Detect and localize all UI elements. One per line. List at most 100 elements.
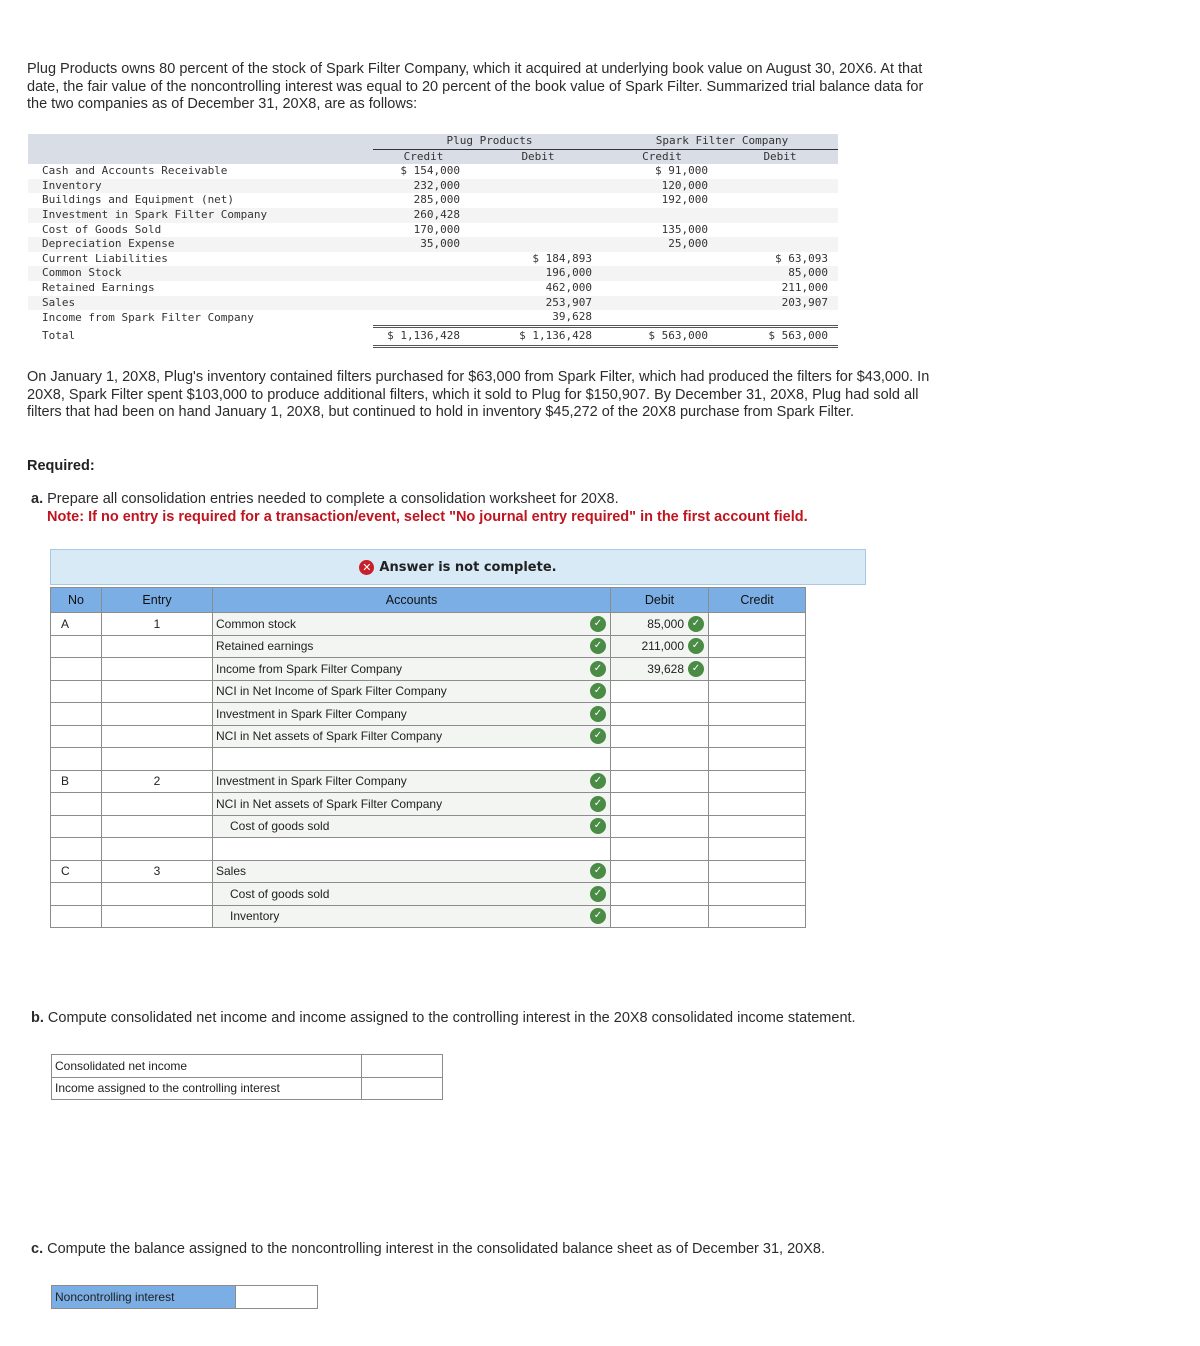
- account-field[interactable]: Sales ✓: [212, 859, 611, 883]
- journal-row: A 1 Common stock ✓ 85,000 ✓: [50, 612, 806, 636]
- consolidated-net-income-label: Consolidated net income: [51, 1054, 362, 1078]
- account-name: Investment in Spark Filter Company: [216, 774, 407, 789]
- debit-field[interactable]: [610, 837, 709, 861]
- spark-credit: $ 91,000: [655, 164, 708, 178]
- credit-field[interactable]: [708, 837, 806, 861]
- credit-field[interactable]: [708, 634, 806, 658]
- account-field[interactable]: NCI in Net Income of Spark Filter Compan…: [212, 679, 611, 703]
- entry-number: [101, 882, 213, 906]
- debit-field[interactable]: [610, 792, 709, 816]
- account-field[interactable]: Income from Spark Filter Company ✓: [212, 657, 611, 681]
- account-field[interactable]: Retained earnings ✓: [212, 634, 611, 658]
- account-field[interactable]: Cost of goods sold ✓: [212, 814, 611, 838]
- entry-number: [101, 837, 213, 861]
- spark-debit: 211,000: [781, 280, 828, 294]
- debit-value: 211,000: [641, 639, 685, 654]
- debit-field[interactable]: [610, 859, 709, 883]
- debit-field[interactable]: [610, 814, 709, 838]
- entry-letter: [50, 657, 102, 681]
- debit-field[interactable]: [610, 702, 709, 726]
- credit-field[interactable]: [708, 882, 806, 906]
- credit-field[interactable]: [708, 904, 806, 928]
- trial-balance-row: Investment in Spark Filter Company 260,42…: [28, 207, 838, 223]
- journal-row: Cost of goods sold ✓: [50, 814, 806, 838]
- spark-debit: [718, 223, 838, 238]
- account-field[interactable]: Common stock ✓: [212, 612, 611, 636]
- noncontrolling-interest-input[interactable]: [239, 1286, 314, 1308]
- part-b-text: Compute consolidated net income and inco…: [47, 1010, 856, 1026]
- check-circle-icon: ✓: [688, 638, 704, 655]
- header-no: No: [50, 587, 102, 613]
- credit-field[interactable]: [708, 657, 806, 681]
- part-b-prefix: b.: [31, 1010, 44, 1026]
- debit-field[interactable]: [610, 679, 709, 703]
- debit-field[interactable]: 211,000 ✓: [610, 634, 709, 658]
- part-c-prefix: c.: [31, 1241, 44, 1257]
- account-field[interactable]: NCI in Net assets of Spark Filter Compan…: [212, 724, 611, 748]
- credit-field[interactable]: [708, 702, 806, 726]
- check-circle-icon: ✓: [688, 660, 704, 677]
- debit-field[interactable]: 39,628 ✓: [610, 657, 709, 681]
- part-a-question: a. Prepare all consolidation entries nee…: [31, 491, 619, 507]
- plug-debit: 39,628: [552, 310, 592, 324]
- credit-field[interactable]: [708, 769, 806, 793]
- debit-field[interactable]: [610, 747, 709, 771]
- debit-field[interactable]: [610, 724, 709, 748]
- account-field[interactable]: NCI in Net assets of Spark Filter Compan…: [212, 792, 611, 816]
- trial-balance-row: Cash and Accounts Receivable $ 154,000 $ 9…: [28, 164, 838, 179]
- account-name: Cost of goods sold: [230, 886, 330, 901]
- part-a-prefix: a.: [31, 491, 44, 507]
- account-name: Investment in Spark Filter Company: [216, 706, 407, 721]
- account-label: Inventory: [28, 178, 373, 194]
- part-b-question: b. Compute consolidated net income and i…: [31, 1010, 951, 1028]
- debit-field[interactable]: [610, 904, 709, 928]
- header-entry: Entry: [101, 587, 213, 613]
- account-field[interactable]: Investment in Spark Filter Company ✓: [212, 769, 611, 793]
- entry-number: 1: [101, 612, 213, 636]
- account-field[interactable]: [212, 747, 611, 771]
- credit-field[interactable]: [708, 792, 806, 816]
- credit-field[interactable]: [708, 724, 806, 748]
- debit-field[interactable]: [610, 769, 709, 793]
- answer-status-text: Answer is not complete.: [379, 559, 557, 575]
- journal-row: Investment in Spark Filter Company ✓: [50, 702, 806, 726]
- credit-field[interactable]: [708, 679, 806, 703]
- check-circle-icon: ✓: [590, 705, 606, 722]
- account-field[interactable]: Inventory ✓: [212, 904, 611, 928]
- entry-letter: [50, 702, 102, 726]
- plug-debit-total: $ 1,136,428: [470, 324, 602, 348]
- part-c-row: Noncontrolling interest: [51, 1285, 318, 1309]
- account-label: Current Liabilities: [42, 251, 168, 265]
- account-field[interactable]: [212, 837, 611, 861]
- spark-credit: [602, 295, 718, 311]
- plug-credit: 260,428: [373, 207, 470, 223]
- account-name: Inventory: [230, 909, 280, 924]
- account-label: Income from Spark Filter Company: [42, 310, 254, 324]
- trial-balance-row: Buildings and Equipment (net) 285,000 192,…: [28, 193, 838, 208]
- spark-debit: 85,000: [718, 266, 838, 281]
- spark-debit: [718, 178, 838, 194]
- credit-field[interactable]: [708, 747, 806, 771]
- debit-field[interactable]: [610, 882, 709, 906]
- journal-header-row: No Entry Accounts Debit Credit: [50, 587, 806, 613]
- plug-debit: [470, 193, 602, 208]
- spark-debit: [718, 310, 838, 326]
- account-label: Depreciation Expense: [28, 237, 373, 252]
- spark-credit: [602, 281, 718, 296]
- account-label: Retained Earnings: [42, 280, 155, 294]
- credit-field[interactable]: [708, 859, 806, 883]
- debit-field[interactable]: 85,000 ✓: [610, 612, 709, 636]
- plug-credit: $ 154,000: [400, 164, 460, 178]
- check-circle-icon: ✓: [590, 773, 606, 790]
- credit-field[interactable]: [708, 612, 806, 636]
- account-field[interactable]: Cost of goods sold ✓: [212, 882, 611, 906]
- controlling-interest-income-input[interactable]: [365, 1077, 439, 1099]
- credit-field[interactable]: [708, 814, 806, 838]
- trial-balance-row: Retained Earnings 462,000 211,000: [28, 281, 838, 296]
- account-field[interactable]: Investment in Spark Filter Company ✓: [212, 702, 611, 726]
- plug-credit: 285,000: [413, 193, 460, 207]
- consolidated-net-income-input[interactable]: [365, 1055, 439, 1077]
- account-name: NCI in Net Income of Spark Filter Compan…: [216, 684, 447, 699]
- plug-credit: 35,000: [373, 237, 470, 252]
- account-name: NCI in Net assets of Spark Filter Compan…: [216, 729, 443, 744]
